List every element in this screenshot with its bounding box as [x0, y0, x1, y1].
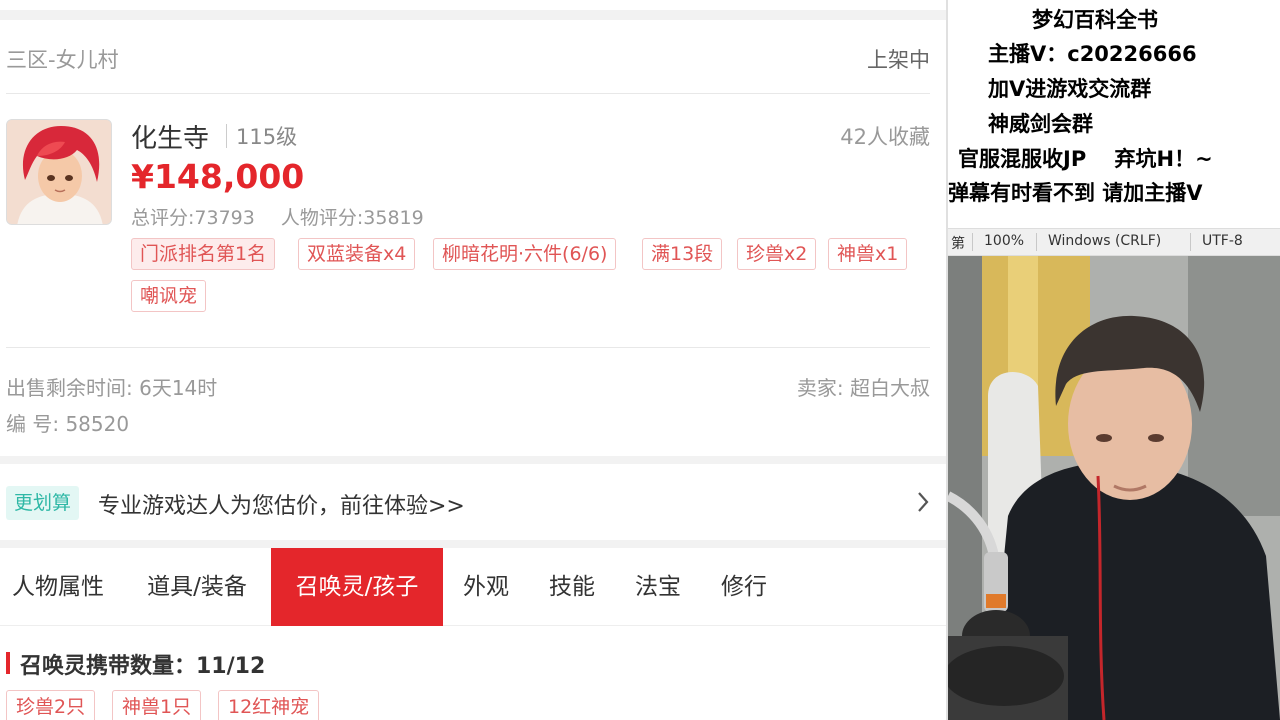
divider	[226, 124, 227, 148]
valuation-promo[interactable]: 更划算 专业游戏达人为您估价，前往体验>>	[0, 464, 946, 540]
character-avatar[interactable]	[6, 119, 112, 225]
listing-code: 编 号: 58520	[6, 412, 130, 436]
server-name: 三区-女儿村	[6, 48, 119, 72]
character-score: 人物评分:35819	[280, 207, 424, 229]
promo-badge: 更划算	[6, 486, 80, 520]
promo-text: 专业游戏达人为您估价，前往体验>>	[98, 494, 465, 519]
pet-tag: 珍兽2只	[6, 690, 96, 720]
score-row: 总评分:73793 人物评分:35819	[131, 203, 444, 230]
tab-magic-items[interactable]: 法宝	[622, 548, 694, 626]
editor-status-bar: 第 100% Windows (CRLF) UTF-8	[948, 228, 1280, 256]
section-gap	[0, 540, 946, 548]
sale-time-remaining: 出售剩余时间: 6天14时	[6, 376, 218, 400]
overlay-line: 主播V：c20226666	[988, 42, 1197, 66]
encoding[interactable]: UTF-8	[1202, 233, 1243, 249]
divider	[1036, 233, 1037, 251]
server-row: 三区-女儿村 上架中	[6, 44, 930, 74]
tab-items-equipment[interactable]: 道具/装备	[130, 548, 264, 626]
divider	[6, 93, 930, 94]
line-indicator: 第	[951, 236, 965, 252]
tab-appearance[interactable]: 外观	[450, 548, 522, 626]
zoom-level[interactable]: 100%	[984, 233, 1024, 249]
feature-tag: 珍兽x2	[737, 238, 817, 270]
webcam-feed	[948, 256, 1280, 720]
tab-cultivation[interactable]: 修行	[708, 548, 780, 626]
avatar-portrait-icon	[7, 120, 111, 224]
pet-tag: 12红神宠	[218, 690, 320, 720]
streamer-notes: 梦幻百科全书 主播V：c20226666 加V进游戏交流群 神威剑会群 官服混服…	[948, 0, 1280, 210]
overlay-line: 神威剑会群	[988, 112, 1093, 136]
feature-tag: 神兽x1	[828, 238, 908, 270]
total-score: 总评分:73793	[131, 207, 255, 229]
listing-panel: 三区-女儿村 上架中 化生寺 115级 42人收藏 ¥148,000 总评分:7…	[0, 0, 946, 720]
feature-tag: 嘲讽宠	[131, 280, 207, 312]
chevron-right-icon	[918, 492, 929, 512]
sect-name: 化生寺	[131, 124, 210, 154]
overlay-line: 加V进游戏交流群	[988, 77, 1152, 101]
overlay-line: 官服混服收JP 弃坑H！~	[958, 147, 1213, 171]
tab-pets-children[interactable]: 召唤灵/孩子	[271, 548, 443, 626]
character-level: 115级	[236, 125, 298, 149]
divider	[6, 347, 930, 348]
webcam-image	[948, 256, 1280, 720]
pet-count-title: 召唤灵携带数量：11/12	[20, 654, 266, 679]
overlay-line: 梦幻百科全书	[1032, 8, 1158, 32]
feature-tag: 双蓝装备x4	[298, 238, 416, 270]
favorite-count[interactable]: 42人收藏	[840, 121, 930, 151]
tab-skills[interactable]: 技能	[536, 548, 608, 626]
divider	[1190, 233, 1191, 251]
feature-tag: 柳暗花明·六件(6/6)	[433, 238, 617, 270]
line-ending[interactable]: Windows (CRLF)	[1048, 233, 1161, 249]
feature-tag: 满13段	[642, 238, 723, 270]
section-gap	[0, 456, 946, 464]
overlay-line: 弹幕有时看不到 请加主播V	[948, 181, 1203, 205]
divider	[972, 233, 973, 251]
tab-character-attributes[interactable]: 人物属性	[0, 548, 116, 626]
detail-tabs: 人物属性 道具/装备 召唤灵/孩子 外观 技能 法宝 修行	[0, 548, 946, 626]
listing-status: 上架中	[867, 48, 930, 72]
price: ¥148,000	[131, 157, 305, 196]
pet-tag: 神兽1只	[112, 690, 202, 720]
stream-overlay-panel: 梦幻百科全书 主播V：c20226666 加V进游戏交流群 神威剑会群 官服混服…	[948, 0, 1280, 720]
seller-name[interactable]: 卖家: 超白大叔	[797, 372, 930, 401]
top-strip	[0, 0, 946, 20]
feature-tag: 门派排名第1名	[131, 238, 276, 270]
section-marker	[6, 652, 10, 674]
